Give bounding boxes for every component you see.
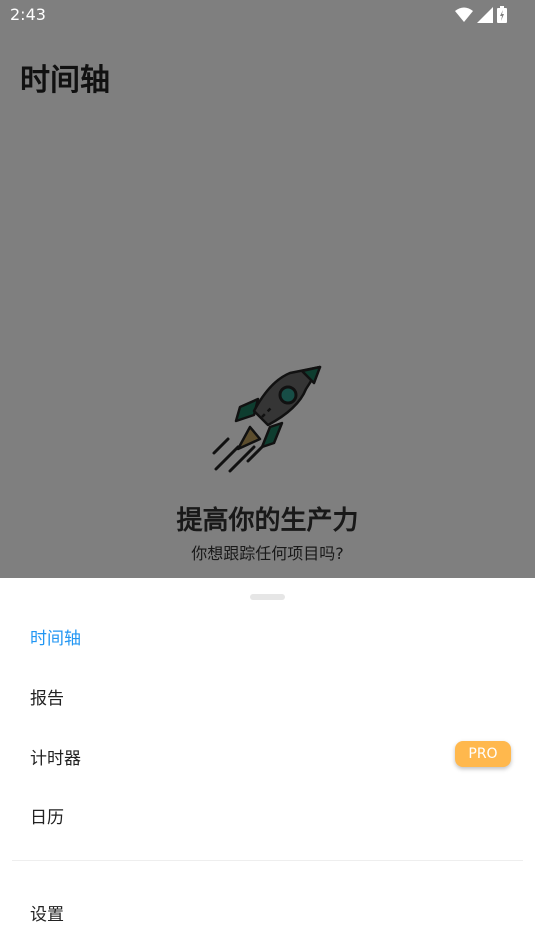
menu-item-timer[interactable]: 计时器 xyxy=(30,744,81,769)
bottom-sheet-menu: 时间轴 报告 计时器 PRO 日历 设置 xyxy=(0,578,535,951)
divider xyxy=(12,860,523,861)
wifi-icon xyxy=(455,7,473,22)
menu-item-report[interactable]: 报告 xyxy=(30,684,64,709)
status-bar: 2:43 xyxy=(0,0,535,30)
drag-handle[interactable] xyxy=(250,594,285,600)
menu-item-calendar[interactable]: 日历 xyxy=(30,803,64,828)
pro-badge: PRO xyxy=(455,741,511,767)
menu-item-timeline[interactable]: 时间轴 xyxy=(30,624,81,649)
signal-icon xyxy=(477,6,493,23)
battery-icon xyxy=(497,6,507,23)
status-time: 2:43 xyxy=(10,5,46,24)
menu-item-settings[interactable]: 设置 xyxy=(30,900,64,925)
